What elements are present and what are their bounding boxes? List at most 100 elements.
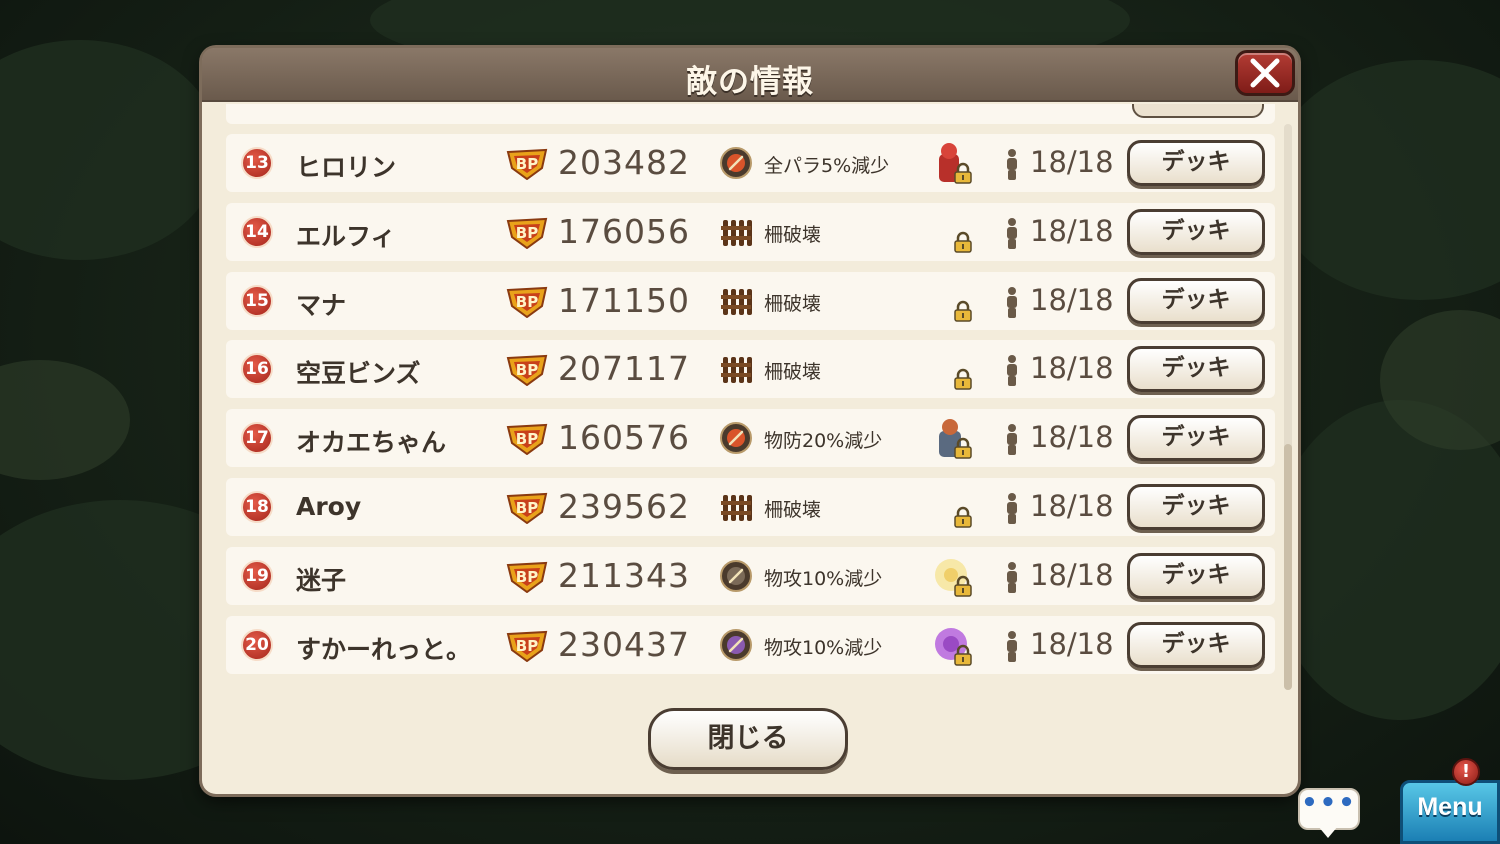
player-name: ヒロリン — [296, 153, 397, 182]
lock-icon — [954, 644, 972, 666]
deck-button[interactable]: デッキ — [1127, 208, 1265, 255]
list-item: 15 マナ BP 171150 柵破壊 18/18 デッキ — [226, 271, 1275, 330]
rank-badge: 14 — [241, 215, 273, 248]
lock-icon — [954, 575, 972, 597]
scrollbar-thumb[interactable] — [1284, 444, 1292, 690]
stamina-value: 18/18 — [1030, 420, 1114, 455]
dark-sword-icon — [720, 559, 752, 592]
lock-icon — [954, 231, 972, 253]
rank-badge: 16 — [241, 353, 273, 386]
fence-icon — [721, 357, 752, 384]
stamina-value: 18/18 — [1030, 213, 1114, 248]
partial-deck-button[interactable] — [1132, 104, 1264, 118]
chat-button[interactable]: ••• — [1298, 788, 1360, 830]
fence-icon — [721, 219, 752, 246]
skill-effect: 物防20%減少 — [764, 430, 883, 453]
stamina-icon — [1007, 493, 1017, 524]
rank-badge: 20 — [241, 628, 273, 661]
svg-text:BP: BP — [516, 637, 538, 655]
bp-icon: BP — [506, 355, 548, 387]
rank-badge: 17 — [241, 422, 273, 455]
bp-icon: BP — [506, 492, 548, 524]
purple-sword-icon — [720, 628, 752, 661]
rank-badge: 13 — [241, 147, 273, 179]
list-item: 14 エルフィ BP 176056 柵破壊 18/18 デッキ — [226, 202, 1275, 261]
chat-bubble-tail — [1318, 826, 1338, 838]
deck-button[interactable]: デッキ — [1127, 621, 1265, 668]
partial-list-item — [226, 104, 1275, 124]
fence-icon — [721, 495, 752, 521]
deck-button[interactable]: デッキ — [1127, 484, 1265, 530]
stamina-icon — [1007, 561, 1017, 593]
svg-text:BP: BP — [516, 499, 538, 517]
svg-text:BP: BP — [516, 224, 538, 242]
alert-badge-icon: ! — [1452, 758, 1480, 786]
bp-icon: BP — [506, 217, 548, 249]
svg-text:BP: BP — [516, 568, 538, 586]
scrollbar-track[interactable] — [1284, 124, 1292, 690]
bp-icon: BP — [506, 561, 548, 593]
battle-power-value: 211343 — [558, 555, 690, 595]
stamina-value: 18/18 — [1030, 282, 1114, 317]
list-item: 19 迷子 BP 211343 物攻10%減少 18/18 デッキ — [226, 546, 1275, 605]
chat-dots-icon: ••• — [1301, 788, 1357, 818]
dialog-title-bar: 敵の情報 — [202, 48, 1298, 102]
list-item: 17 オカエちゃん BP 160576 物防20%減少 18/18 デッキ — [226, 409, 1275, 468]
rank-badge: 18 — [241, 491, 273, 523]
stamina-icon — [1007, 286, 1017, 318]
skill-effect: 全パラ5%減少 — [764, 155, 890, 177]
list-item: 20 すかーれっと。 BP 230437 物攻10%減少 18/18 デッキ — [226, 615, 1275, 674]
skill-effect: 柵破壊 — [764, 292, 822, 315]
battle-power-value: 203482 — [558, 143, 690, 182]
stamina-icon — [1007, 424, 1017, 456]
stamina-value: 18/18 — [1030, 626, 1114, 661]
player-name: 迷子 — [296, 565, 347, 595]
close-x-button[interactable] — [1235, 50, 1295, 96]
stamina-value: 18/18 — [1030, 557, 1114, 592]
deck-button[interactable]: デッキ — [1127, 552, 1265, 599]
skill-effect: 柵破壊 — [764, 499, 822, 521]
fire-shield-icon — [720, 147, 752, 179]
menu-label: Menu — [1417, 793, 1483, 821]
fence-icon — [721, 288, 752, 315]
battle-power-value: 171150 — [558, 280, 690, 320]
skill-effect: 物攻10%減少 — [764, 636, 883, 659]
battle-power-value: 176056 — [558, 211, 690, 251]
list-item: 16 空豆ビンズ BP 207117 柵破壊 18/18 デッキ — [226, 340, 1275, 399]
stamina-icon — [1007, 149, 1017, 180]
close-button[interactable]: 閉じる — [648, 708, 848, 770]
player-name: マナ — [296, 290, 347, 320]
battle-power-value: 230437 — [558, 624, 690, 664]
deck-button[interactable]: デッキ — [1127, 140, 1265, 186]
lock-icon — [954, 162, 972, 184]
bp-icon: BP — [506, 630, 548, 662]
deck-button[interactable]: デッキ — [1127, 415, 1265, 462]
enemy-list[interactable]: 13 ヒロリン BP 203482 全パラ5%減少 18/18 デッキ 14 エルフィ BP 176… — [222, 104, 1282, 690]
deck-button[interactable]: デッキ — [1127, 346, 1265, 393]
svg-text:BP: BP — [516, 293, 538, 311]
lock-icon — [954, 369, 972, 391]
dialog-title: 敵の情報 — [686, 64, 814, 100]
deck-button[interactable]: デッキ — [1127, 277, 1265, 324]
stamina-icon — [1007, 630, 1017, 662]
battle-power-value: 160576 — [558, 418, 690, 458]
skill-effect: 柵破壊 — [764, 361, 822, 384]
close-x-icon — [1250, 58, 1280, 88]
bp-icon: BP — [506, 148, 548, 180]
battle-power-value: 239562 — [558, 487, 690, 526]
menu-button[interactable]: Menu — [1400, 780, 1500, 844]
list-item: 13 ヒロリン BP 203482 全パラ5%減少 18/18 デッキ — [226, 134, 1275, 192]
bp-icon: BP — [506, 424, 548, 456]
player-name: オカエちゃん — [296, 428, 447, 458]
svg-text:BP: BP — [516, 430, 538, 448]
lock-icon — [954, 300, 972, 322]
list-item: 18 Aroy BP 239562 柵破壊 18/18 デッキ — [226, 478, 1275, 536]
lock-icon — [954, 506, 972, 528]
stamina-value: 18/18 — [1030, 145, 1114, 179]
bp-icon: BP — [506, 286, 548, 318]
stamina-icon — [1007, 355, 1017, 387]
player-name: すかーれっと。 — [296, 634, 472, 664]
svg-text:BP: BP — [516, 361, 538, 379]
svg-text:BP: BP — [516, 155, 538, 173]
battle-power-value: 207117 — [558, 349, 690, 389]
